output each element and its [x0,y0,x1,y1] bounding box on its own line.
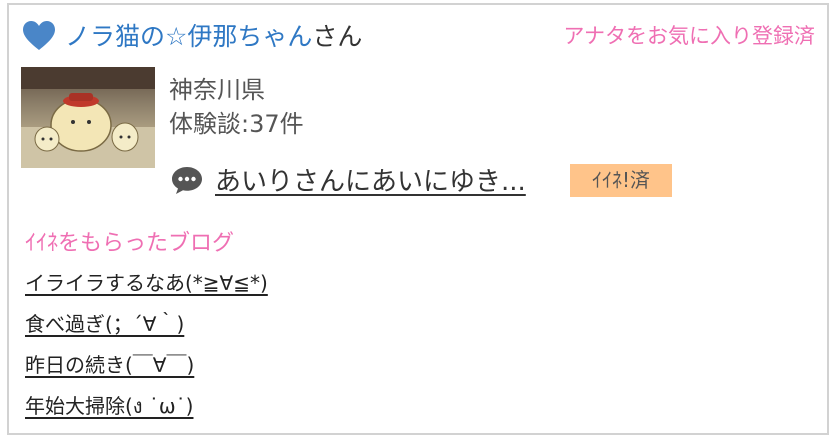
card-header: ノラ猫の☆伊那ちゃんさん アナタをお気に入り登録済 [23,15,815,51]
user-honorific: さん [312,22,363,51]
profile-info: 神奈川県 体験談:37件 [169,73,304,141]
blog-link-2[interactable]: 食べ過ぎ(；´∀｀) [25,312,184,336]
list-item: 食べ過ぎ(；´∀｀) [25,308,268,349]
avatar[interactable] [21,67,155,168]
heart-icon [23,21,55,50]
latest-post-link[interactable]: あいりさんにあいにゆき... [215,161,526,198]
blog-link-3[interactable]: 昨日の続き(￣∀￣) [25,353,194,377]
iine-status-badge: ｲｲﾈ!済 [570,164,672,197]
blog-link-4[interactable]: 年始大掃除(ง ˙ω˙) [25,394,193,418]
liked-blogs-list: イライラするなあ(*≧∀≦*) 食べ過ぎ(；´∀｀) 昨日の続き(￣∀￣) 年始… [25,267,268,431]
favorite-status: アナタをお気に入り登録済 [563,24,815,48]
list-item: 昨日の続き(￣∀￣) [25,349,268,390]
experience-count: 体験談:37件 [169,110,304,138]
user-name: ノラ猫の☆伊那ちゃんさん [65,17,362,53]
user-card: ノラ猫の☆伊那ちゃんさん アナタをお気に入り登録済 神奈川県 体験談:37件 あ… [7,3,829,435]
speech-bubble-icon [172,167,202,194]
list-item: イライラするなあ(*≧∀≦*) [25,267,268,308]
blog-link-1[interactable]: イライラするなあ(*≧∀≦*) [25,271,268,295]
prefecture: 神奈川県 [169,76,265,104]
user-name-link[interactable]: ノラ猫の☆伊那ちゃん [65,22,312,51]
avatar-image [21,67,155,168]
list-item: 年始大掃除(ง ˙ω˙) [25,390,268,431]
liked-blogs-heading: ｲｲﾈをもらったブログ [25,231,235,256]
